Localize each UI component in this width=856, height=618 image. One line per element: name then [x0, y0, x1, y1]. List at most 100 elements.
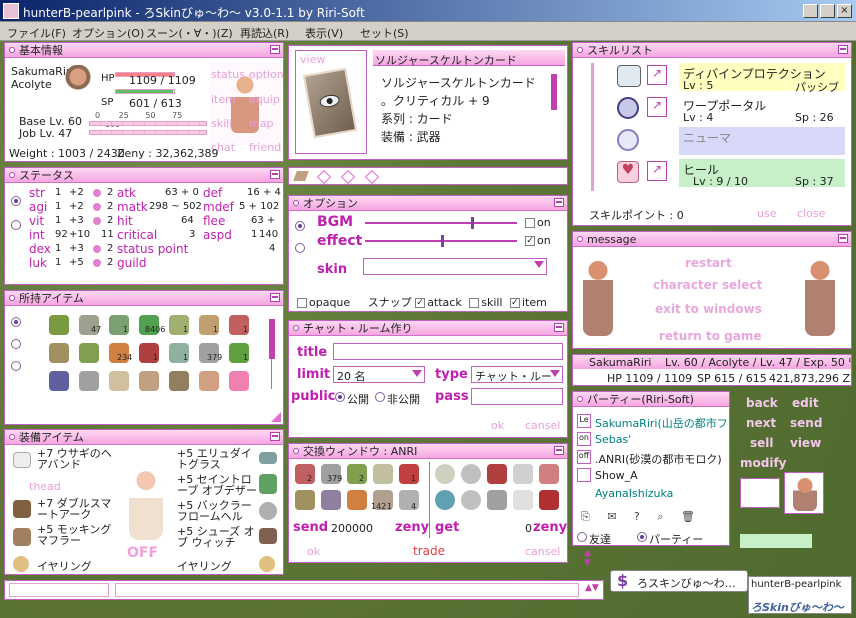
item-slot[interactable]: [295, 490, 315, 510]
resize-handle[interactable]: [271, 412, 281, 422]
inventory-tab-etc-radio[interactable]: [11, 361, 21, 371]
status-tab-2-radio[interactable]: [11, 220, 21, 230]
chat-pass-input[interactable]: [471, 388, 563, 405]
effect-on-check[interactable]: ✓ on: [525, 234, 551, 247]
item-check[interactable]: ✓ item: [510, 296, 547, 309]
skill-use-button[interactable]: use: [757, 207, 776, 220]
party-modify-button[interactable]: modify: [740, 456, 787, 470]
item-slot[interactable]: [513, 490, 533, 510]
chat-target-input[interactable]: [9, 583, 109, 597]
stat-up-icon[interactable]: [93, 203, 101, 211]
bgm-knob[interactable]: [471, 217, 475, 229]
skin-select[interactable]: [363, 258, 547, 275]
item-slot[interactable]: 1: [139, 343, 159, 363]
trade-titlebar[interactable]: 交換ウィンドウ : ANRI: [289, 444, 567, 459]
equipment-titlebar[interactable]: 装備アイテム: [5, 430, 283, 445]
menu-option[interactable]: オプション(O): [72, 25, 144, 41]
side-item-link[interactable]: item: [211, 93, 236, 106]
side-friend-link[interactable]: friend: [249, 141, 281, 154]
trade-ok-button[interactable]: ok: [307, 545, 320, 558]
search-icon[interactable]: ⌕: [657, 510, 663, 523]
exit-windows-button[interactable]: exit to windows: [655, 302, 762, 316]
trade-button[interactable]: trade: [413, 544, 445, 558]
skill-up-button[interactable]: ↗: [647, 161, 667, 181]
minimize-icon[interactable]: [838, 234, 848, 243]
party-member[interactable]: AyanaIshizuka: [577, 486, 727, 502]
card-scrollbar[interactable]: [551, 74, 557, 144]
chat-title-input[interactable]: [333, 343, 563, 360]
inventory-titlebar[interactable]: 所持アイテム: [5, 291, 283, 306]
item-slot[interactable]: [487, 464, 507, 484]
card-slot-empty[interactable]: [364, 169, 380, 185]
attack-check[interactable]: ✓ attack: [415, 296, 462, 309]
side-map-link[interactable]: map: [249, 117, 273, 130]
item-slot[interactable]: [229, 371, 249, 391]
equip-armor[interactable]: +5 セイントローブ オブデザー: [177, 474, 261, 496]
chat-type-select[interactable]: チャット・ルー: [471, 366, 563, 383]
bgm-slider[interactable]: [365, 217, 517, 229]
item-slot[interactable]: [487, 490, 507, 510]
item-slot[interactable]: [321, 490, 341, 510]
item-slot[interactable]: 2: [347, 464, 367, 484]
character-select-button[interactable]: character select: [653, 278, 762, 292]
friends-tab-radio[interactable]: [577, 532, 587, 542]
skill-scrollbar[interactable]: [591, 63, 594, 191]
trash-icon[interactable]: 🗑: [681, 510, 695, 523]
party-back-button[interactable]: back: [746, 396, 778, 410]
close-button[interactable]: ×: [837, 4, 852, 18]
item-slot[interactable]: 142 1: [371, 490, 393, 511]
minimize-icon[interactable]: [270, 170, 280, 179]
inventory-tab-equip-radio[interactable]: [11, 339, 21, 349]
chat-message-input[interactable]: [115, 583, 579, 597]
chat-cancel-button[interactable]: cansel: [525, 419, 560, 432]
trade-cancel-button[interactable]: cansel: [525, 545, 560, 558]
item-slot[interactable]: [49, 371, 69, 391]
item-slot[interactable]: 379: [321, 464, 342, 484]
item-slot[interactable]: 1: [169, 343, 189, 363]
item-slot[interactable]: [169, 371, 189, 391]
minimize-icon[interactable]: [270, 45, 280, 54]
item-slot[interactable]: [435, 490, 455, 510]
item-slot[interactable]: [49, 343, 69, 363]
skill-up-button[interactable]: ↗: [647, 65, 667, 85]
stat-up-icon[interactable]: [93, 189, 101, 197]
item-slot[interactable]: 8406: [139, 315, 165, 335]
chat-public-radio[interactable]: [335, 392, 345, 402]
party-titlebar[interactable]: パーティー(Riri-Soft): [573, 392, 729, 407]
side-option-link[interactable]: option: [249, 68, 283, 81]
equip-head-top[interactable]: +7 ウサギのヘアバンド: [37, 448, 117, 470]
card-slot-empty[interactable]: [316, 169, 332, 185]
chat-limit-select[interactable]: 20 名: [333, 366, 425, 383]
equip-accessory-right[interactable]: イヤリング: [177, 558, 232, 574]
skill-list-titlebar[interactable]: スキルリスト: [573, 43, 851, 58]
equip-head-lower[interactable]: +5 エリュダイトグラス: [177, 448, 257, 470]
item-slot[interactable]: 379: [199, 343, 222, 363]
item-slot[interactable]: [139, 371, 159, 391]
chat-scroll-icon[interactable]: ▲▼: [585, 583, 599, 593]
card-slot-icon[interactable]: [293, 171, 309, 181]
skill-close-button[interactable]: close: [797, 207, 825, 220]
side-status-link[interactable]: status: [211, 68, 245, 81]
party-member[interactable]: off .ANRI(砂漠の都市モロク): [577, 450, 727, 466]
item-slot[interactable]: [199, 371, 219, 391]
minimize-icon[interactable]: [270, 432, 280, 441]
item-slot[interactable]: 4: [399, 490, 419, 511]
party-member[interactable]: on Sebas': [577, 432, 727, 448]
equip-off-toggle[interactable]: OFF: [127, 545, 158, 561]
party-tab-radio[interactable]: [637, 532, 647, 542]
minimize-icon[interactable]: [554, 446, 564, 455]
return-to-game-button[interactable]: return to game: [659, 329, 761, 343]
minimize-icon[interactable]: [838, 45, 848, 54]
restart-button[interactable]: restart: [685, 256, 732, 270]
menu-file[interactable]: ファイル(F): [7, 25, 66, 41]
item-slot[interactable]: [373, 464, 393, 484]
party-next-button[interactable]: next: [746, 416, 776, 430]
party-member[interactable]: Show_A: [577, 468, 727, 484]
basic-info-titlebar[interactable]: 基本情報: [5, 43, 283, 58]
party-view-button[interactable]: view: [790, 436, 821, 450]
item-slot[interactable]: 234: [109, 343, 132, 363]
item-slot[interactable]: [513, 464, 533, 484]
minimize-icon[interactable]: [554, 323, 564, 332]
inventory-tab-use-radio[interactable]: [11, 317, 21, 327]
equip-accessory-left[interactable]: イヤリング: [37, 558, 92, 574]
